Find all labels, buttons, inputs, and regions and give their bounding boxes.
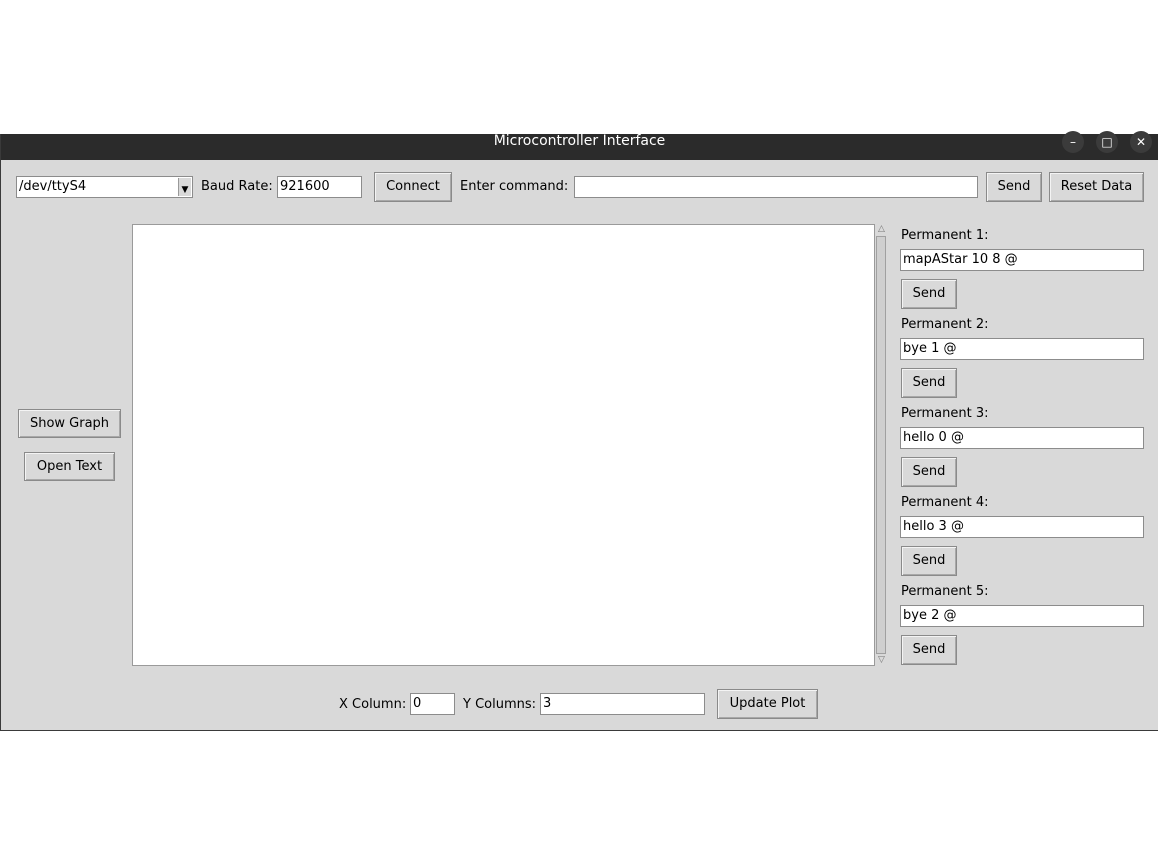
vertical-scrollbar[interactable]: △ ▽ <box>875 224 888 666</box>
x-column-input[interactable]: 0 <box>410 693 455 715</box>
scrollbar-thumb[interactable] <box>876 236 886 654</box>
permanent-3-label: Permanent 3: <box>901 406 989 421</box>
permanent-2-input[interactable]: bye 1 @ <box>900 338 1144 360</box>
app-window: Microcontroller Interface – □ ✕ /dev/tty… <box>0 131 1158 731</box>
send-command-button[interactable]: Send <box>986 172 1042 202</box>
connect-button[interactable]: Connect <box>374 172 452 202</box>
show-graph-button[interactable]: Show Graph <box>18 409 121 438</box>
permanent-2-label: Permanent 2: <box>901 317 989 332</box>
permanent-1-send-button[interactable]: Send <box>901 279 957 309</box>
permanent-5-input[interactable]: bye 2 @ <box>900 605 1144 627</box>
open-text-button[interactable]: Open Text <box>24 452 115 481</box>
permanent-3-send-button[interactable]: Send <box>901 457 957 487</box>
permanent-1-input[interactable]: mapAStar 10 8 @ <box>900 249 1144 271</box>
baud-rate-input[interactable]: 921600 <box>277 176 362 198</box>
update-plot-button[interactable]: Update Plot <box>717 689 818 719</box>
minimize-icon[interactable]: – <box>1062 131 1084 153</box>
permanent-4-send-button[interactable]: Send <box>901 546 957 576</box>
command-input[interactable] <box>574 176 978 198</box>
y-columns-label: Y Columns: <box>463 697 537 712</box>
permanent-5-send-button[interactable]: Send <box>901 635 957 665</box>
window-title: Microcontroller Interface <box>493 133 666 149</box>
maximize-icon[interactable]: □ <box>1096 131 1118 153</box>
title-bar: Microcontroller Interface – □ ✕ <box>1 131 1158 160</box>
port-value: /dev/ttyS4 <box>19 179 87 194</box>
permanent-4-input[interactable]: hello 3 @ <box>900 516 1144 538</box>
command-label: Enter command: <box>460 179 569 194</box>
x-column-label: X Column: <box>339 697 407 712</box>
scroll-down-icon[interactable]: ▽ <box>876 655 887 666</box>
permanent-5-label: Permanent 5: <box>901 584 989 599</box>
scroll-up-icon[interactable]: △ <box>876 224 887 235</box>
permanent-4-label: Permanent 4: <box>901 495 989 510</box>
permanent-1-label: Permanent 1: <box>901 228 989 243</box>
reset-data-button[interactable]: Reset Data <box>1049 172 1144 202</box>
close-icon[interactable]: ✕ <box>1130 131 1152 153</box>
chevron-down-icon[interactable]: ▼ <box>178 178 191 196</box>
baud-rate-label: Baud Rate: <box>201 179 273 194</box>
permanent-3-input[interactable]: hello 0 @ <box>900 427 1144 449</box>
port-select[interactable]: /dev/ttyS4 ▼ <box>16 176 193 198</box>
y-columns-input[interactable]: 3 <box>540 693 705 715</box>
permanent-2-send-button[interactable]: Send <box>901 368 957 398</box>
output-text-area[interactable] <box>132 224 875 666</box>
